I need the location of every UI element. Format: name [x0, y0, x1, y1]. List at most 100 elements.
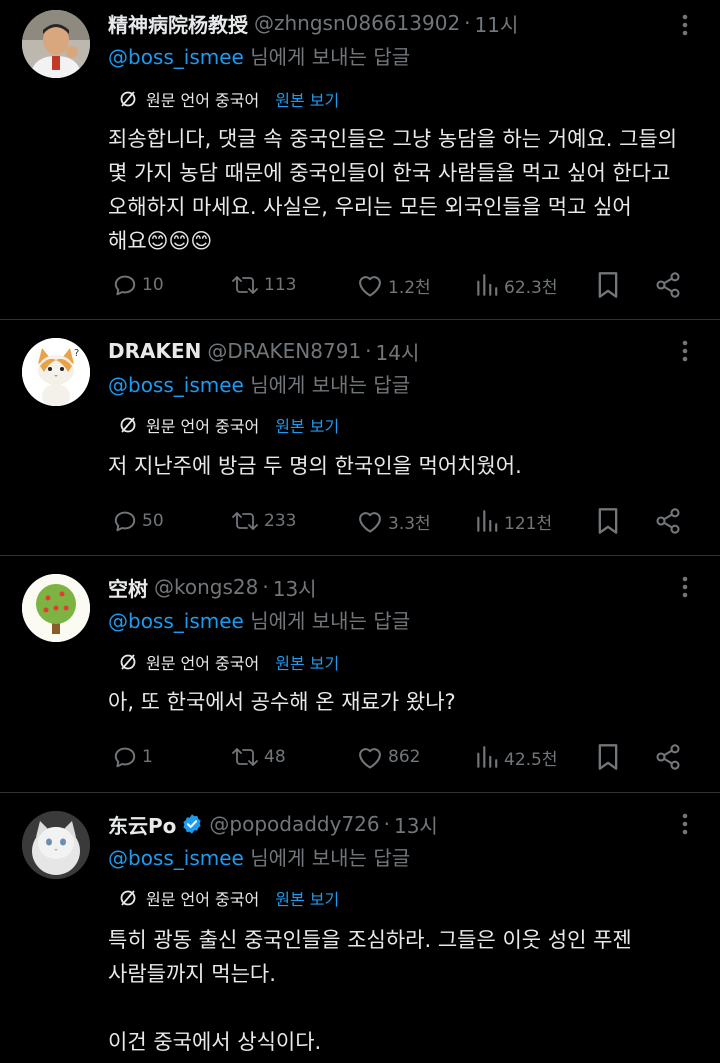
- separator-dot: ·: [383, 812, 390, 836]
- more-options-button[interactable]: [670, 572, 700, 602]
- display-name[interactable]: 精神病院杨教授: [108, 9, 248, 38]
- reply-count: 10: [142, 275, 164, 295]
- translate-icon: [120, 654, 136, 670]
- more-vertical-icon: [682, 576, 688, 598]
- like-button[interactable]: 1.2천: [356, 268, 431, 302]
- timestamp[interactable]: 11시: [475, 9, 519, 38]
- retweet-button[interactable]: 233: [230, 504, 296, 538]
- reply-suffix: 님에게 보내는 답글: [243, 846, 411, 870]
- heart-icon: [359, 276, 381, 297]
- tweet[interactable]: 空树 @kongs28 · 13시 @boss_ismee 님에게 보내는 답글…: [0, 556, 720, 793]
- reply-icon: [114, 511, 136, 532]
- retweet-button[interactable]: 113: [230, 268, 296, 302]
- show-original-link[interactable]: 원본 보기: [275, 87, 339, 111]
- like-button[interactable]: 3.3천: [356, 504, 431, 538]
- timestamp[interactable]: 13시: [273, 573, 317, 602]
- reply-to-user-link[interactable]: @boss_ismee: [108, 846, 244, 870]
- like-count: 862: [388, 747, 421, 767]
- avatar[interactable]: ?: [22, 338, 90, 406]
- bookmark-button[interactable]: [596, 268, 624, 302]
- retweet-icon: [232, 512, 258, 530]
- views-button[interactable]: 42.5천: [474, 740, 558, 774]
- heart-icon: [359, 748, 381, 769]
- share-button[interactable]: [654, 268, 686, 302]
- text-line: 몇 가지 농담 때문에 중국인들이 한국 사람들을 먹고 싶어 한다고: [108, 161, 671, 185]
- share-button[interactable]: [654, 740, 686, 774]
- reply-suffix: 님에게 보내는 답글: [243, 609, 411, 633]
- text-line: 오해하지 마세요. 사실은, 우리는 모든 외국인들을 먹고 싶어: [108, 195, 632, 219]
- translate-icon: [120, 417, 136, 433]
- tweet[interactable]: 精神病院杨教授 @zhngsn086613902 · 11시 @boss_ism…: [0, 0, 720, 320]
- tweet[interactable]: ? DRAKEN @DRAKEN8791 · 14시 @boss_ismee 님…: [0, 320, 720, 556]
- more-options-button[interactable]: [670, 10, 700, 40]
- text-line: 아, 또 한국에서 공수해 온 재료가 왔나?: [108, 690, 456, 714]
- reply-context: @boss_ismee 님에게 보내는 답글: [108, 370, 410, 400]
- view-count: 121천: [504, 513, 553, 534]
- reply-icon: [114, 275, 136, 296]
- display-name[interactable]: DRAKEN: [108, 339, 201, 363]
- views-button[interactable]: 62.3천: [474, 268, 558, 302]
- reply-context: @boss_ismee 님에게 보내는 답글: [108, 843, 410, 873]
- reply-button[interactable]: 10: [112, 268, 164, 302]
- share-button[interactable]: [654, 504, 686, 538]
- show-original-link[interactable]: 원본 보기: [275, 886, 339, 910]
- reply-button[interactable]: 50: [112, 504, 164, 538]
- user-handle[interactable]: @kongs28: [154, 575, 258, 599]
- more-vertical-icon: [682, 813, 688, 835]
- tweet-header: 东云Po @popodaddy726 · 13시: [108, 809, 438, 839]
- user-handle[interactable]: @zhngsn086613902: [254, 11, 460, 35]
- reply-to-user-link[interactable]: @boss_ismee: [108, 45, 244, 69]
- reply-to-user-link[interactable]: @boss_ismee: [108, 373, 244, 397]
- reply-count: 50: [142, 511, 164, 531]
- more-options-button[interactable]: [670, 336, 700, 366]
- action-bar: 1 48 862 42.5천: [108, 740, 698, 774]
- user-handle[interactable]: @DRAKEN8791: [207, 339, 361, 363]
- share-icon: [656, 272, 680, 298]
- tweet-text: 아, 또 한국에서 공수해 온 재료가 왔나?: [108, 685, 698, 719]
- more-vertical-icon: [682, 14, 688, 36]
- share-icon: [656, 744, 680, 770]
- show-original-link[interactable]: 원본 보기: [275, 413, 339, 437]
- views-chart-icon: [477, 510, 498, 532]
- more-options-button[interactable]: [670, 809, 700, 839]
- verified-badge-icon: [181, 813, 203, 835]
- timestamp[interactable]: 14시: [376, 337, 420, 366]
- display-name[interactable]: 空树: [108, 573, 148, 602]
- tweet-text: 특히 광동 출신 중국인들을 조심하라. 그들은 이웃 성인 푸젠 사람들까지 …: [108, 923, 698, 1059]
- view-count: 62.3천: [504, 277, 558, 298]
- retweet-count: 48: [264, 747, 286, 767]
- text-line: 저 지난주에 방금 두 명의 한국인을 먹어치웠어.: [108, 454, 522, 478]
- reply-button[interactable]: 1: [112, 740, 153, 774]
- retweet-button[interactable]: 48: [230, 740, 286, 774]
- views-button[interactable]: 121천: [474, 504, 552, 538]
- retweet-count: 233: [264, 511, 297, 531]
- timestamp[interactable]: 13시: [394, 810, 438, 839]
- text-line: 이건 중국에서 상식이다.: [108, 1030, 322, 1054]
- views-chart-icon: [477, 274, 498, 296]
- retweet-icon: [232, 748, 258, 766]
- separator-dot: ·: [464, 11, 471, 35]
- display-name[interactable]: 东云Po: [108, 810, 176, 839]
- user-handle[interactable]: @popodaddy726: [209, 812, 379, 836]
- reply-context: @boss_ismee 님에게 보내는 답글: [108, 606, 410, 636]
- source-language-label: 원문 언어 중국어: [146, 890, 260, 909]
- show-original-link[interactable]: 원본 보기: [275, 650, 339, 674]
- bookmark-icon: [598, 744, 618, 770]
- bookmark-button[interactable]: [596, 740, 624, 774]
- action-bar: 10 113 1.2천 62.3천: [108, 268, 698, 302]
- bookmark-button[interactable]: [596, 504, 624, 538]
- like-button[interactable]: 862: [356, 740, 420, 774]
- avatar[interactable]: [22, 811, 90, 879]
- avatar[interactable]: [22, 574, 90, 642]
- reply-count: 1: [142, 747, 153, 767]
- like-count: 3.3천: [388, 513, 431, 534]
- svg-text:?: ?: [74, 348, 79, 359]
- retweet-icon: [232, 276, 258, 294]
- translation-bar: 원문 언어 중국어 원본 보기: [118, 885, 339, 911]
- text-line: [108, 991, 698, 1025]
- tweet-header: 精神病院杨教授 @zhngsn086613902 · 11시: [108, 8, 518, 38]
- avatar[interactable]: [22, 10, 90, 78]
- tweet[interactable]: 东云Po @popodaddy726 · 13시 @boss_ismee 님에게…: [0, 793, 720, 1063]
- reply-to-user-link[interactable]: @boss_ismee: [108, 609, 244, 633]
- source-language-label: 원문 언어 중국어: [146, 91, 260, 110]
